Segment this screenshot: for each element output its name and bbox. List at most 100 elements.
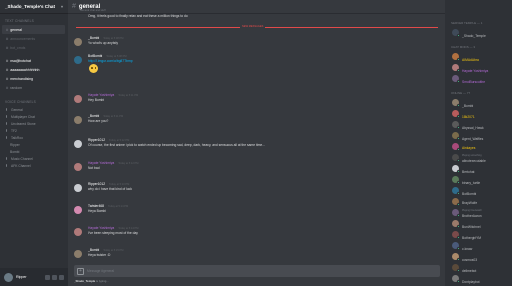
message-list[interactable]: Omg, it feels good to finally relax and …: [68, 14, 445, 266]
member-item[interactable]: cosmos03: [445, 251, 512, 262]
channel-topic: General chat and stuff: [80, 9, 106, 12]
voice-user[interactable]: Ripper: [0, 141, 68, 148]
channel-name: bot_cmds: [10, 45, 26, 50]
chat-area: # general General chat and stuff Omg, it…: [68, 0, 445, 286]
voice-channel-item[interactable]: General: [0, 106, 68, 113]
channel-item[interactable]: # bot_cmds: [0, 43, 68, 52]
message-author[interactable]: _Bombi Today at 5:11 PM: [88, 114, 123, 118]
channel-item[interactable]: # announcements: [0, 34, 68, 43]
hashtag-icon: #: [6, 85, 9, 90]
voice-channel-name: TF2: [11, 128, 17, 133]
server-header[interactable]: _Shado_Temple's Chat ▾: [0, 0, 68, 14]
avatar: [452, 154, 460, 162]
avatar[interactable]: [74, 163, 82, 171]
message-timestamp: Today at 5:12 PM: [109, 139, 130, 142]
avatar[interactable]: [74, 184, 82, 192]
avatar: [452, 275, 460, 283]
voice-channel-item[interactable]: AFK Channel: [0, 162, 68, 169]
hashtag-icon: #: [6, 27, 9, 32]
message-author[interactable]: Ripper1012 Today at 5:13 PM: [88, 182, 129, 186]
voice-channels-header[interactable]: VOICE CHANNELS: [0, 95, 68, 106]
online-status-icon: [457, 236, 460, 239]
voice-channel-item[interactable]: TF2: [0, 127, 68, 134]
avatar[interactable]: [74, 95, 82, 103]
upload-plus-icon[interactable]: +: [77, 267, 84, 275]
chevron-down-icon[interactable]: ▾: [61, 4, 63, 9]
message-author[interactable]: Hayate Yoshimiya Today at 5:14 PM: [88, 226, 138, 230]
member-text: SmolBurscuithe: [462, 70, 485, 88]
channel-item[interactable]: # aaaaaaaahhhhhhh: [0, 65, 68, 74]
mute-icon[interactable]: [45, 274, 50, 280]
speaker-icon: [6, 136, 9, 139]
message-author[interactable]: Hayate Yoshimiya Today at 5:11 PM: [88, 93, 138, 97]
voice-user[interactable]: Bombi: [0, 148, 68, 155]
avatar[interactable]: [74, 140, 82, 148]
author-name: Ripper1012: [88, 138, 106, 142]
avatar[interactable]: [74, 206, 82, 214]
channel-item[interactable]: # general: [2, 25, 65, 34]
avatar[interactable]: [74, 38, 82, 46]
message-author[interactable]: Hayate Yoshimiya Today at 5:12 PM: [88, 161, 138, 165]
message-author[interactable]: _Bombi Today at 5:15 PM: [88, 248, 123, 252]
online-status-icon: [457, 280, 460, 283]
avatar[interactable]: [74, 56, 82, 64]
message-text: Heya twister :D: [88, 253, 111, 257]
member-item[interactable]: allnotexecutable: [445, 152, 512, 163]
online-status-icon: [457, 115, 460, 118]
message-author[interactable]: BotBombi Today at 5:08 PM: [88, 54, 126, 58]
message-timestamp: Today at 5:11 PM: [103, 115, 124, 118]
avatar: [452, 165, 460, 173]
online-status-icon: [457, 137, 460, 140]
message-timestamp: Today at 5:11 PM: [118, 94, 139, 97]
message-timestamp: Today at 5:15 PM: [103, 249, 124, 252]
deafen-icon[interactable]: [52, 274, 57, 280]
avatar[interactable]: [74, 116, 82, 124]
channel-header: # general General chat and stuff: [68, 0, 445, 14]
avatar[interactable]: [74, 250, 82, 258]
channel-item[interactable]: # random: [0, 83, 68, 92]
voice-channel-item[interactable]: TalkRoo: [0, 134, 68, 141]
text-channels-header[interactable]: TEXT CHANNELS: [0, 14, 68, 25]
online-status-icon: [457, 214, 460, 217]
author-name: BotBombi: [88, 54, 103, 58]
typing-text: is typing...: [96, 279, 109, 283]
avatar[interactable]: [4, 272, 13, 282]
message-text: Omg, it feels good to finally relax and …: [88, 14, 188, 18]
avatar: [452, 220, 460, 228]
online-status-icon: [457, 269, 460, 272]
message-link[interactable]: http://i.imgur.com/a/bg87Tbmp: [88, 59, 133, 63]
speaker-icon: [6, 157, 9, 160]
author-name: Ripper1012: [88, 182, 106, 186]
message-input[interactable]: [87, 269, 440, 273]
online-status-icon: [457, 58, 460, 61]
channel-item[interactable]: # merchandising: [0, 74, 68, 83]
member-item[interactable]: _Shado_Temple: [445, 27, 512, 38]
avatar: [452, 64, 460, 72]
message-author[interactable]: _Bombi Today at 5:08 PM: [88, 36, 123, 40]
author-name: _Bombi: [88, 248, 100, 252]
message-author[interactable]: Ripper1012 Today at 5:12 PM: [88, 138, 129, 142]
avatar[interactable]: [74, 228, 82, 236]
message-author[interactable]: Twister468 Today at 5:14 PM: [88, 204, 128, 208]
channel-item[interactable]: # nsa@botchat: [0, 56, 68, 65]
voice-channel-item[interactable]: Multiplayer Chat: [0, 113, 68, 120]
member-item[interactable]: BothergirlYM: [445, 229, 512, 240]
message-input-bar: +: [74, 265, 440, 277]
hashtag-icon: #: [6, 36, 9, 41]
member-item[interactable]: _Bombi: [445, 97, 512, 108]
speaker-icon: [6, 115, 9, 118]
voice-channel-item[interactable]: Music Channel: [0, 155, 68, 162]
member-item[interactable]: SmolBurscuithe: [445, 73, 512, 84]
member-item[interactable]: Dontplaybot: [445, 273, 512, 284]
avatar: [452, 231, 460, 239]
online-status-icon: [457, 192, 460, 195]
avatar: [452, 99, 460, 107]
speaker-icon: [6, 129, 9, 132]
voice-channel-item[interactable]: Uncleared Stone: [0, 120, 68, 127]
online-status-icon: [457, 80, 460, 83]
member-group-header: ONLINE — 77: [451, 90, 471, 95]
message-timestamp: Today at 5:08 PM: [106, 55, 127, 58]
emoji-image: [89, 64, 98, 73]
settings-icon[interactable]: [59, 274, 64, 280]
member-item[interactable]: binary_turtle: [445, 174, 512, 185]
